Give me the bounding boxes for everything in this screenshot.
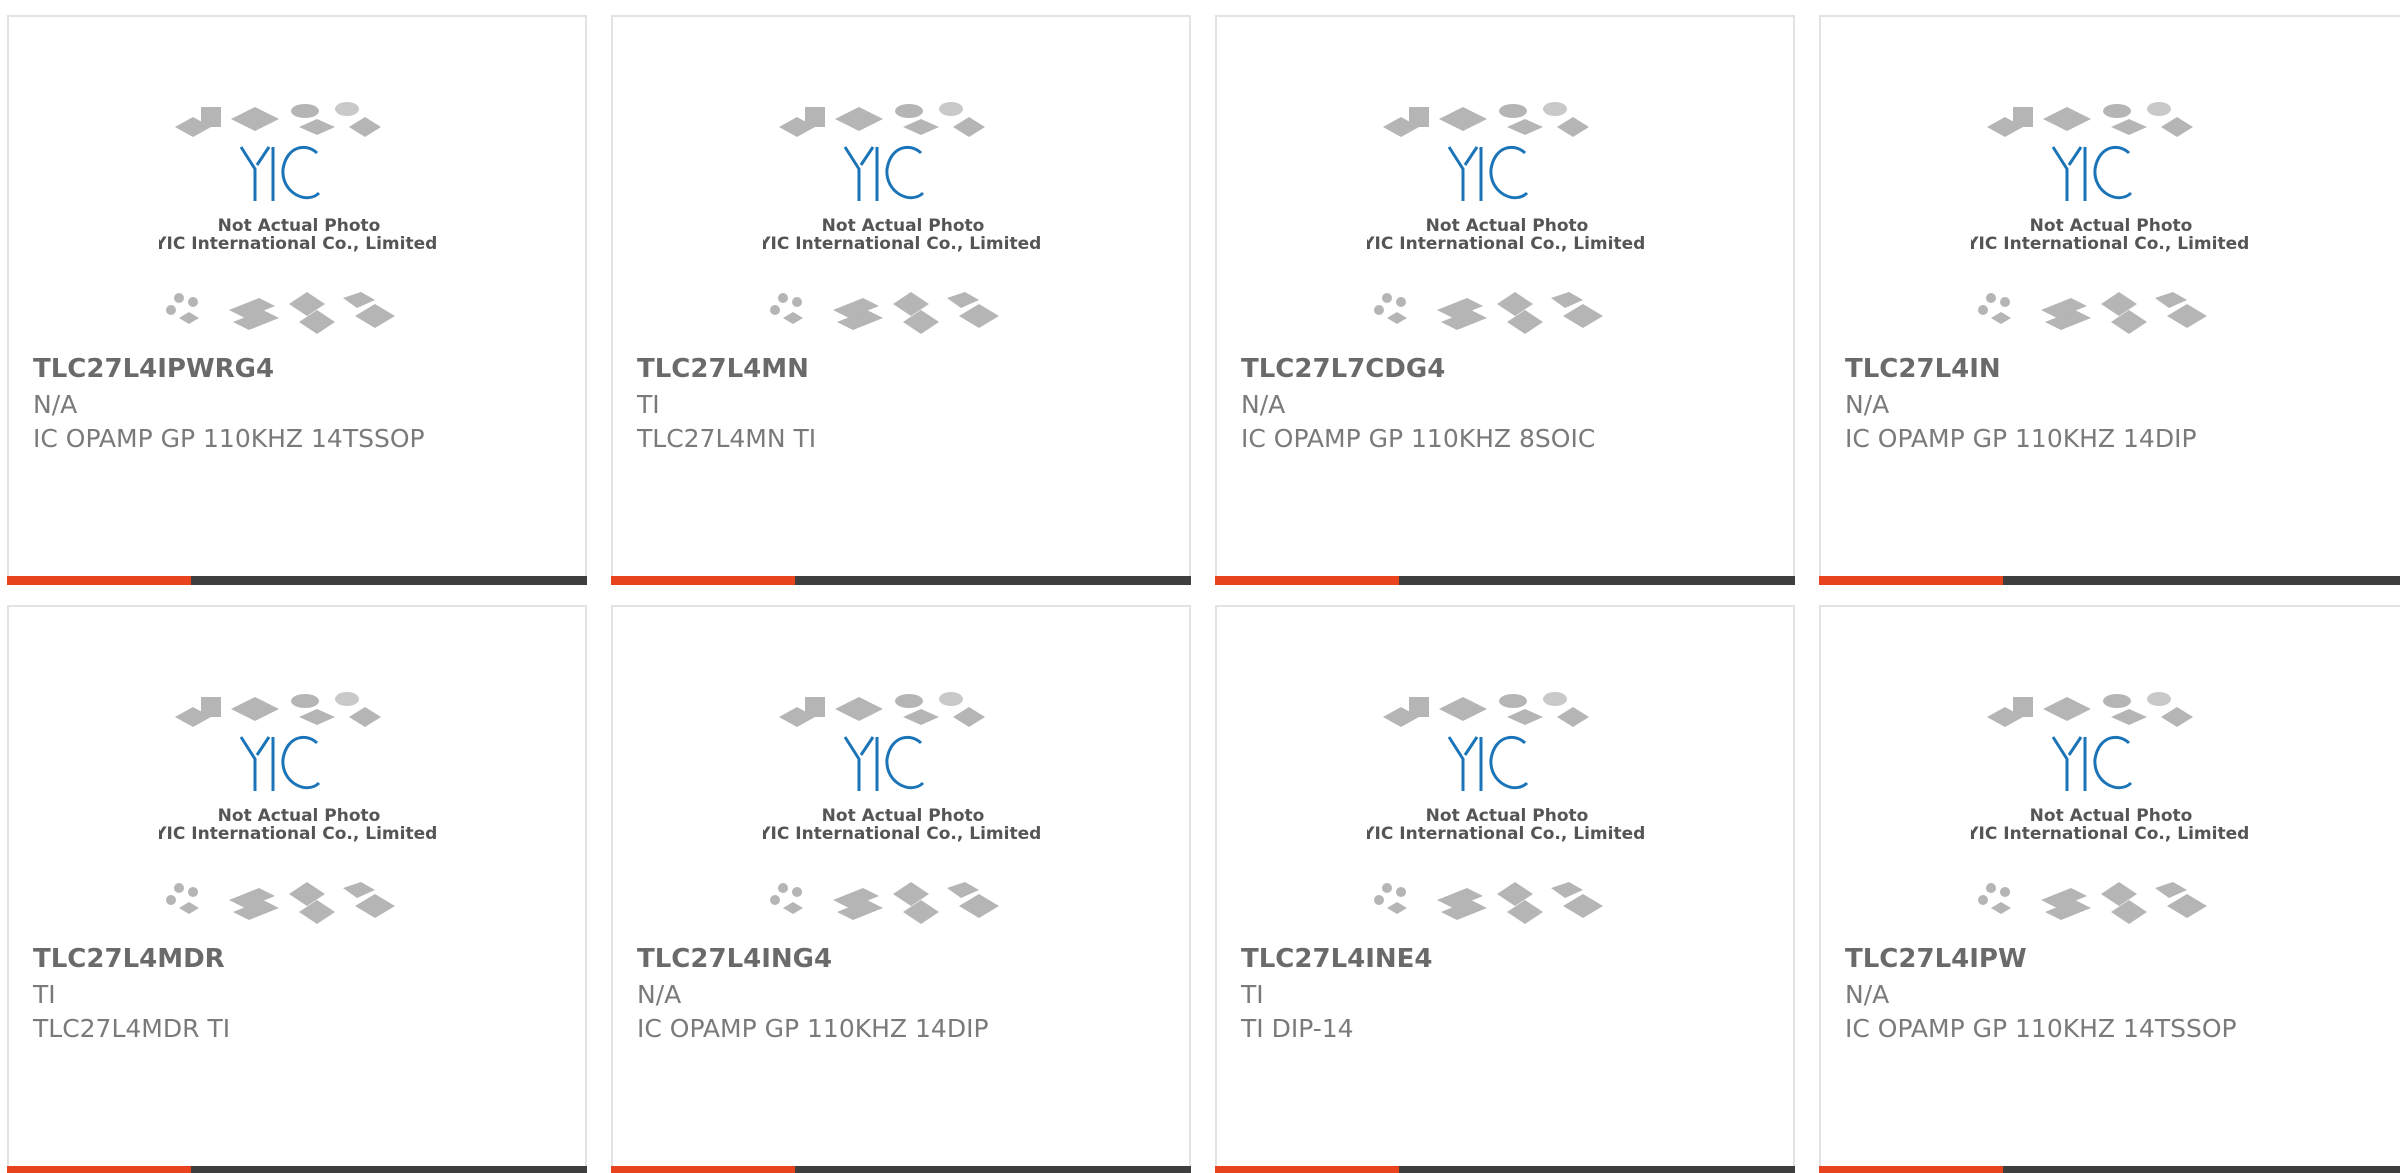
card-accent bbox=[7, 576, 191, 585]
card-bottom-bar bbox=[7, 576, 587, 585]
part-number[interactable]: TLC27L4MN bbox=[637, 354, 809, 384]
product-image[interactable]: Not Actual Photo YIC International Co., … bbox=[9, 607, 585, 937]
svg-text:Not Actual Photo: Not Actual Photo bbox=[2030, 216, 2193, 236]
part-number[interactable]: TLC27L4INE4 bbox=[1241, 944, 1433, 974]
svg-text:YIC International Co., Limited: YIC International Co., Limited. bbox=[763, 234, 1043, 254]
placeholder-image: Not Actual Photo YIC International Co., … bbox=[763, 692, 1043, 924]
card-bottom-bar bbox=[1819, 576, 2400, 585]
part-number[interactable]: TLC27L4MDR bbox=[33, 944, 225, 974]
placeholder-image: Not Actual Photo YIC International Co., … bbox=[1367, 692, 1647, 924]
description: IC OPAMP GP 110KHZ 14TSSOP bbox=[1845, 1014, 2237, 1043]
card-accent bbox=[611, 1166, 795, 1173]
manufacturer: N/A bbox=[33, 390, 78, 419]
part-number[interactable]: TLC27L7CDG4 bbox=[1241, 354, 1445, 384]
svg-text:YIC International Co., Limited: YIC International Co., Limited. bbox=[763, 824, 1043, 844]
product-image[interactable]: Not Actual Photo YIC International Co., … bbox=[1821, 17, 2400, 347]
product-card[interactable]: Not Actual Photo YIC International Co., … bbox=[1819, 15, 2400, 585]
svg-text:Not Actual Photo: Not Actual Photo bbox=[218, 806, 381, 826]
manufacturer: N/A bbox=[1241, 390, 1286, 419]
card-accent bbox=[1819, 576, 2003, 585]
svg-text:YIC International Co., Limited: YIC International Co., Limited. bbox=[159, 234, 439, 254]
svg-text:Not Actual Photo: Not Actual Photo bbox=[1426, 216, 1589, 236]
card-accent bbox=[7, 1166, 191, 1173]
manufacturer: TI bbox=[33, 980, 56, 1009]
description: IC OPAMP GP 110KHZ 14DIP bbox=[637, 1014, 989, 1043]
description: TLC27L4MN TI bbox=[637, 424, 817, 453]
product-grid: Not Actual Photo YIC International Co., … bbox=[0, 0, 2400, 1173]
product-card[interactable]: Not Actual Photo YIC International Co., … bbox=[7, 605, 587, 1173]
product-card[interactable]: Not Actual Photo YIC International Co., … bbox=[1215, 605, 1795, 1173]
manufacturer: TI bbox=[637, 390, 660, 419]
placeholder-image: Not Actual Photo YIC International Co., … bbox=[159, 692, 439, 924]
svg-text:Not Actual Photo: Not Actual Photo bbox=[822, 216, 985, 236]
card-bottom-bar bbox=[1215, 576, 1795, 585]
svg-text:Not Actual Photo: Not Actual Photo bbox=[822, 806, 985, 826]
product-card[interactable]: Not Actual Photo YIC International Co., … bbox=[1819, 605, 2400, 1173]
product-image[interactable]: Not Actual Photo YIC International Co., … bbox=[9, 17, 585, 347]
product-card[interactable]: Not Actual Photo YIC International Co., … bbox=[611, 15, 1191, 585]
card-accent bbox=[1215, 1166, 1399, 1173]
card-accent bbox=[1819, 1166, 2003, 1173]
description: TLC27L4MDR TI bbox=[33, 1014, 231, 1043]
svg-text:Not Actual Photo: Not Actual Photo bbox=[218, 216, 381, 236]
manufacturer: N/A bbox=[637, 980, 682, 1009]
manufacturer: TI bbox=[1241, 980, 1264, 1009]
description: IC OPAMP GP 110KHZ 8SOIC bbox=[1241, 424, 1596, 453]
card-accent bbox=[611, 576, 795, 585]
product-image[interactable]: Not Actual Photo YIC International Co., … bbox=[613, 17, 1189, 347]
placeholder-image: Not Actual Photo YIC International Co., … bbox=[763, 102, 1043, 334]
card-bottom-bar bbox=[611, 576, 1191, 585]
product-image[interactable]: Not Actual Photo YIC International Co., … bbox=[1217, 17, 1793, 347]
svg-text:YIC International Co., Limited: YIC International Co., Limited. bbox=[1971, 824, 2251, 844]
description: IC OPAMP GP 110KHZ 14DIP bbox=[1845, 424, 2197, 453]
part-number[interactable]: TLC27L4IN bbox=[1845, 354, 2001, 384]
placeholder-image: Not Actual Photo YIC International Co., … bbox=[159, 102, 439, 334]
product-card[interactable]: Not Actual Photo YIC International Co., … bbox=[611, 605, 1191, 1173]
description: IC OPAMP GP 110KHZ 14TSSOP bbox=[33, 424, 425, 453]
svg-text:YIC International Co., Limited: YIC International Co., Limited. bbox=[159, 824, 439, 844]
product-image[interactable]: Not Actual Photo YIC International Co., … bbox=[613, 607, 1189, 937]
manufacturer: N/A bbox=[1845, 390, 1890, 419]
placeholder-image: Not Actual Photo YIC International Co., … bbox=[1971, 102, 2251, 334]
svg-text:Not Actual Photo: Not Actual Photo bbox=[1426, 806, 1589, 826]
product-card[interactable]: Not Actual Photo YIC International Co., … bbox=[1215, 15, 1795, 585]
card-accent bbox=[1215, 576, 1399, 585]
part-number[interactable]: TLC27L4IPW bbox=[1845, 944, 2027, 974]
svg-text:YIC International Co., Limited: YIC International Co., Limited. bbox=[1367, 824, 1647, 844]
product-image[interactable]: Not Actual Photo YIC International Co., … bbox=[1821, 607, 2400, 937]
description: TI DIP-14 bbox=[1241, 1014, 1354, 1043]
product-card[interactable]: Not Actual Photo YIC International Co., … bbox=[7, 15, 587, 585]
placeholder-image: Not Actual Photo YIC International Co., … bbox=[1367, 102, 1647, 334]
placeholder-image: Not Actual Photo YIC International Co., … bbox=[1971, 692, 2251, 924]
card-bottom-bar bbox=[7, 1166, 587, 1173]
product-image[interactable]: Not Actual Photo YIC International Co., … bbox=[1217, 607, 1793, 937]
part-number[interactable]: TLC27L4ING4 bbox=[637, 944, 832, 974]
card-bottom-bar bbox=[1215, 1166, 1795, 1173]
card-bottom-bar bbox=[1819, 1166, 2400, 1173]
svg-text:YIC International Co., Limited: YIC International Co., Limited. bbox=[1971, 234, 2251, 254]
svg-text:YIC International Co., Limited: YIC International Co., Limited. bbox=[1367, 234, 1647, 254]
part-number[interactable]: TLC27L4IPWRG4 bbox=[33, 354, 274, 384]
card-bottom-bar bbox=[611, 1166, 1191, 1173]
manufacturer: N/A bbox=[1845, 980, 1890, 1009]
svg-text:Not Actual Photo: Not Actual Photo bbox=[2030, 806, 2193, 826]
